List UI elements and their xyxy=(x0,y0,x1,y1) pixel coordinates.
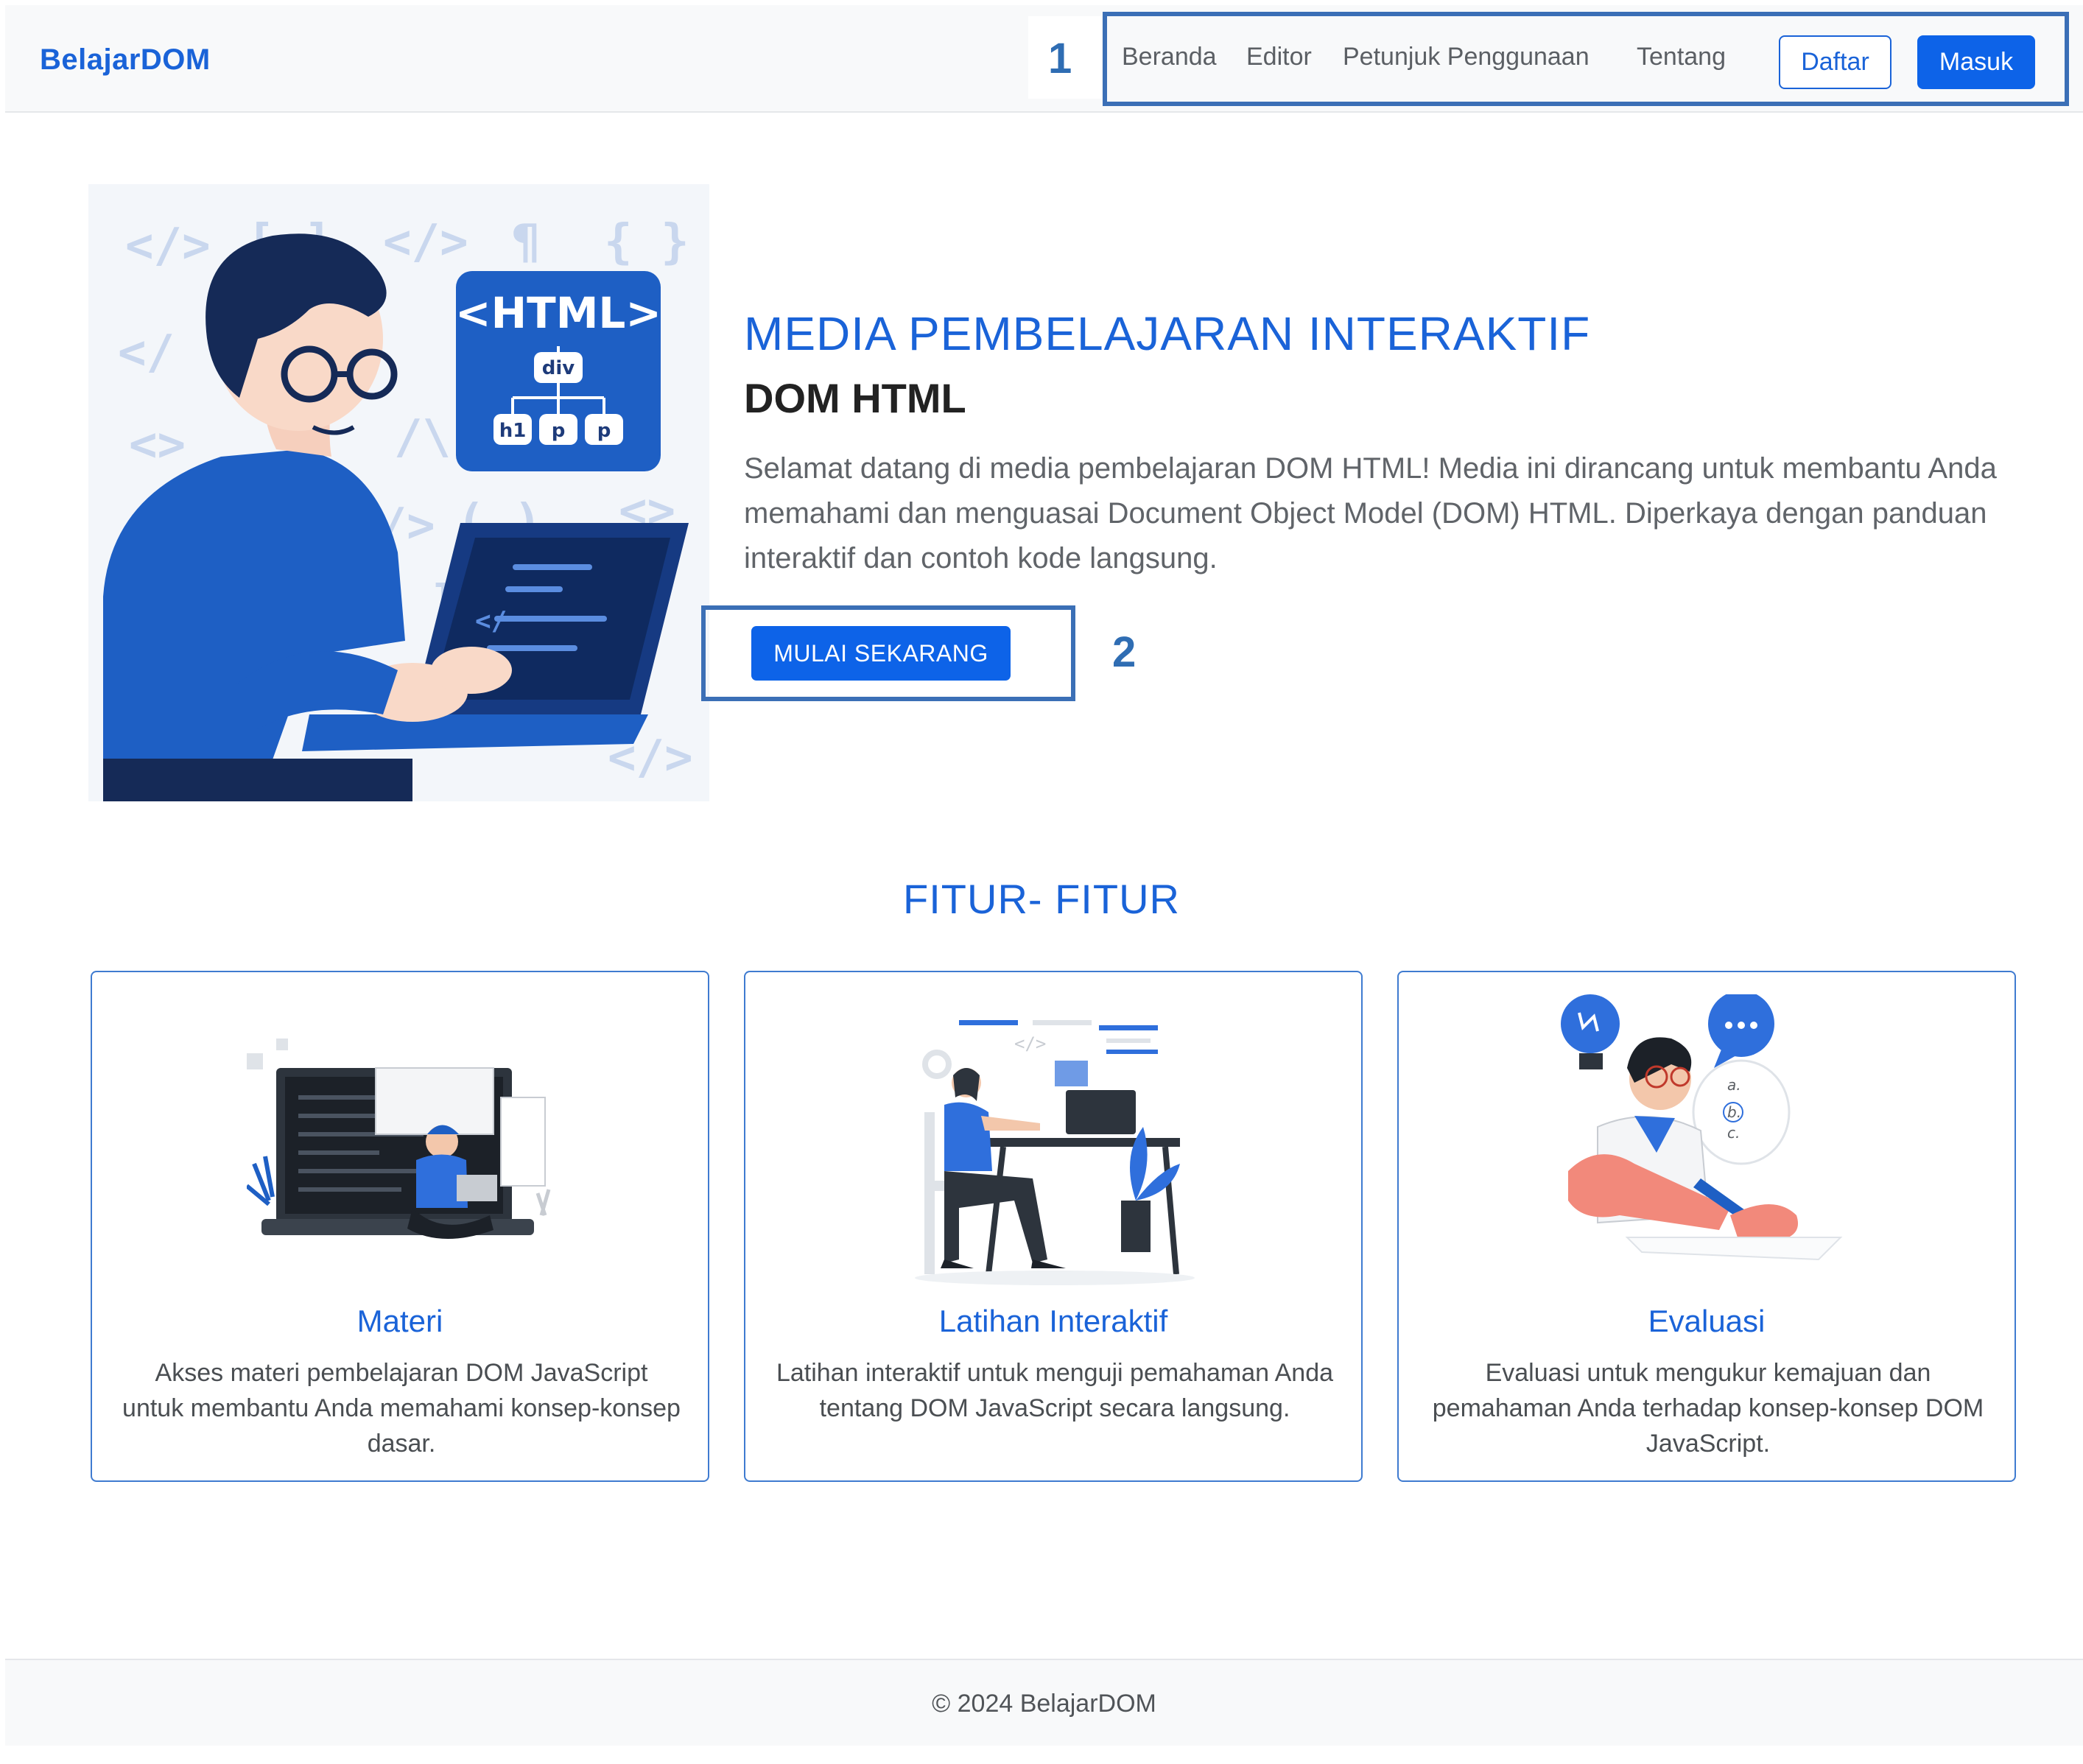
svg-text:<>: <> xyxy=(129,418,186,472)
svg-text:h1: h1 xyxy=(499,420,527,442)
annotation-marker-2: 2 xyxy=(1112,628,1137,676)
start-now-button[interactable]: MULAI SEKARANG xyxy=(751,626,1011,681)
feature-title-latihan[interactable]: Latihan Interaktif xyxy=(745,1304,1361,1339)
login-button[interactable]: Masuk xyxy=(1917,35,2035,89)
nav-link-editor[interactable]: Editor xyxy=(1246,43,1312,71)
laptop-learning-icon xyxy=(245,994,556,1289)
hero-illustration: </> [ ] </> ¶ { } </ <> /\ </> ( ) <> [ … xyxy=(88,184,709,801)
nav-link-beranda[interactable]: Beranda xyxy=(1122,43,1217,71)
feature-text-latihan: Latihan interaktif untuk menguji pemaham… xyxy=(776,1359,1334,1422)
feature-title-evaluasi[interactable]: Evaluasi xyxy=(1399,1304,2014,1339)
html-badge-title: <HTML> xyxy=(455,288,661,338)
features-section-title: FITUR- FITUR xyxy=(903,876,1180,922)
annotation-marker-1: 1 xyxy=(1048,35,1072,82)
feature-card-materi[interactable]: Materi Akses materi pembelajaran DOM Jav… xyxy=(91,971,709,1482)
svg-text:¶: ¶ xyxy=(512,215,541,270)
exam-evaluation-icon: a. b. c. xyxy=(1553,991,1863,1289)
register-button[interactable]: Daftar xyxy=(1779,35,1891,89)
svg-text:p: p xyxy=(597,420,611,442)
feature-title-materi[interactable]: Materi xyxy=(92,1304,708,1339)
footer: © 2024 BelajarDOM xyxy=(5,1659,2083,1746)
brand-logo[interactable]: BelajarDOM xyxy=(40,43,211,77)
hero-title: MEDIA PEMBELAJARAN INTERAKTIF xyxy=(744,307,1591,360)
desk-practice-icon: </> xyxy=(900,994,1209,1289)
svg-text:/\: /\ xyxy=(394,410,451,465)
hero-description: Selamat datang di media pembelajaran DOM… xyxy=(744,452,1997,574)
nav-link-petunjuk[interactable]: Petunjuk Penggunaan xyxy=(1343,43,1590,71)
footer-copyright: © 2024 BelajarDOM xyxy=(932,1690,1156,1718)
feature-card-latihan[interactable]: </> Latihan Interaktif Latihan interakti… xyxy=(744,971,1363,1482)
hero-subtitle: DOM HTML xyxy=(744,375,966,421)
feature-card-evaluasi[interactable]: a. b. c. Evaluasi Evaluasi untuk menguku… xyxy=(1397,971,2016,1482)
svg-text:</: </ xyxy=(475,606,507,636)
svg-text:{ }: { } xyxy=(604,215,689,270)
svg-text:</>: </> xyxy=(383,215,468,270)
svg-text:c.: c. xyxy=(1727,1124,1740,1142)
svg-text:</: </ xyxy=(118,326,175,380)
nav-link-tentang[interactable]: Tentang xyxy=(1637,43,1726,71)
svg-text:div: div xyxy=(542,357,575,379)
feature-text-evaluasi: Evaluasi untuk mengukur kemajuan dan pem… xyxy=(1432,1359,1984,1458)
svg-text:p: p xyxy=(552,420,566,442)
feature-text-materi: Akses materi pembelajaran DOM JavaScript… xyxy=(122,1359,681,1458)
svg-text:</>: </> xyxy=(1014,1033,1046,1054)
svg-text:a.: a. xyxy=(1727,1076,1741,1094)
svg-text:b.: b. xyxy=(1727,1103,1741,1121)
code-symbol: </> xyxy=(125,219,211,273)
